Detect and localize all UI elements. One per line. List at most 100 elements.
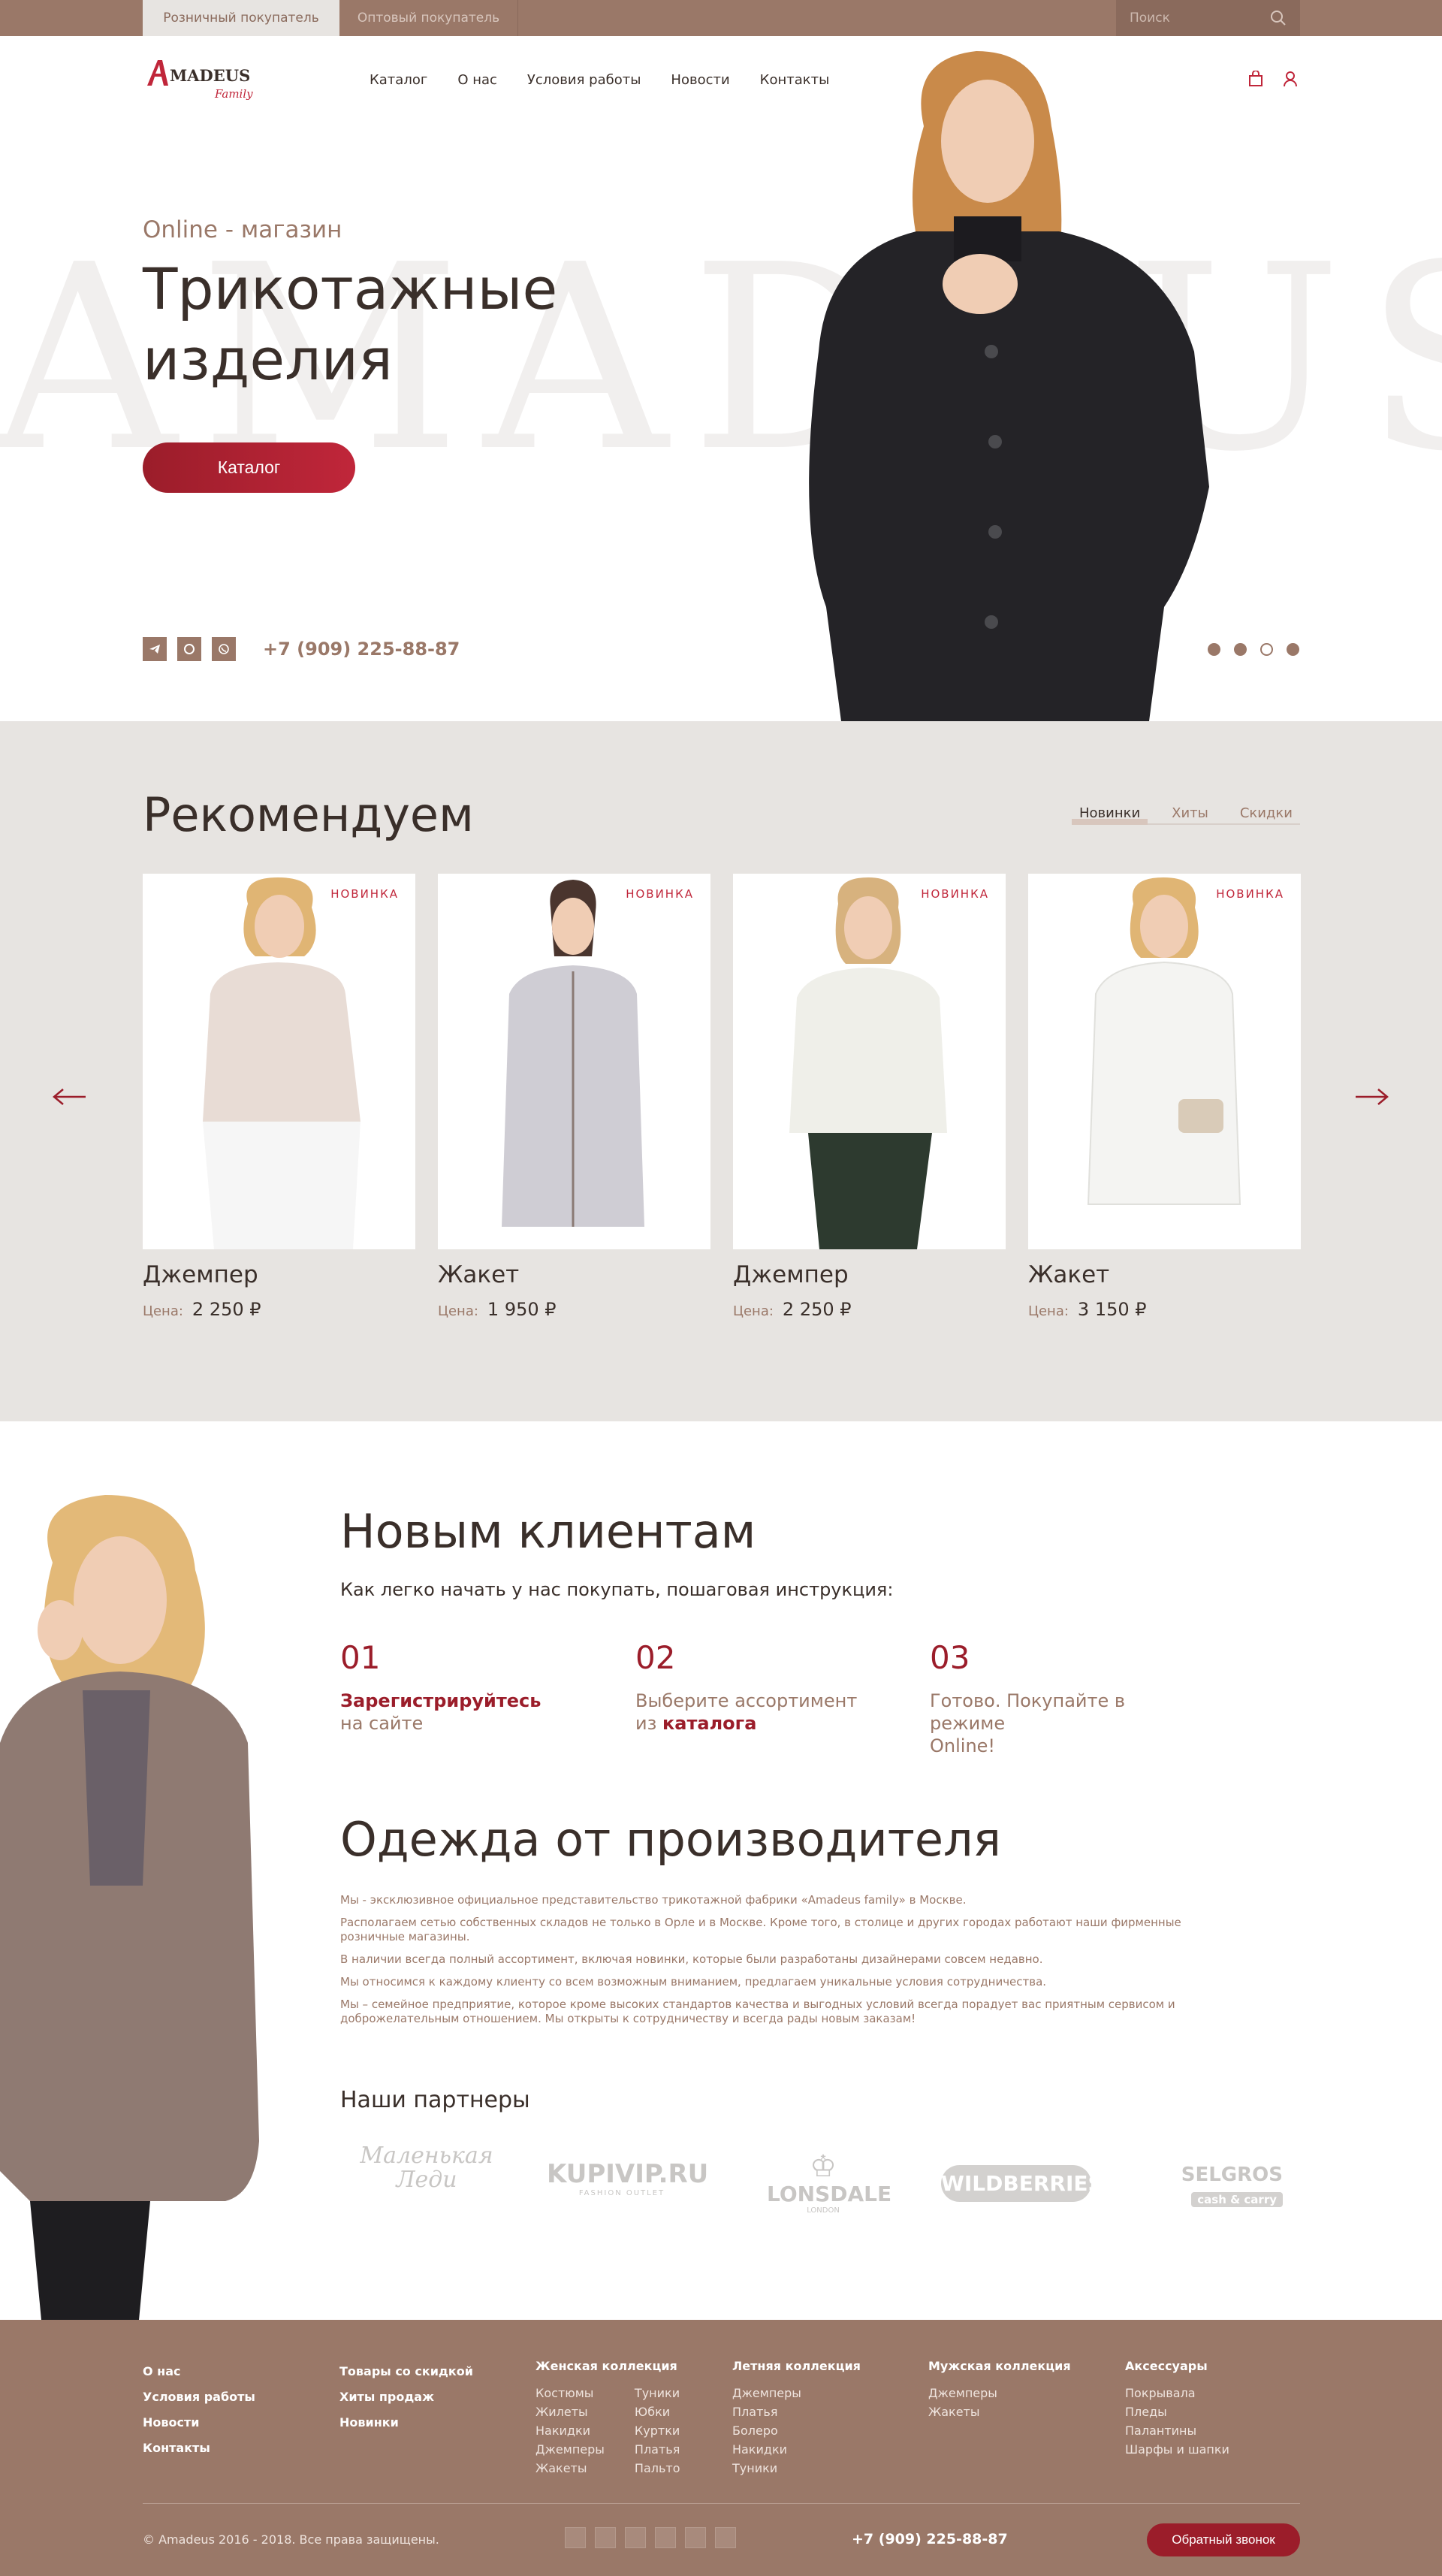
nav-about[interactable]: О нас (457, 72, 497, 88)
new-badge: НОВИНКА (921, 887, 989, 901)
slider-dot-2[interactable] (1234, 643, 1247, 656)
product-name[interactable]: Джемпер (733, 1261, 1006, 1288)
footer-link-sale[interactable]: Товары со скидкой (339, 2359, 473, 2384)
partner-logo-little-lady[interactable]: Маленькая Леди (355, 2144, 498, 2192)
footer-phone[interactable]: +7 (909) 225-88-87 (852, 2531, 1008, 2547)
product-image[interactable]: НОВИНКА (733, 874, 1006, 1249)
step-3: 03 Готово. Покупайте в режиме Online! (930, 1639, 1185, 1757)
footer-link[interactable]: Накидки (732, 2440, 861, 2459)
hero-catalog-button[interactable]: Каталог (143, 442, 355, 493)
footer-link-news[interactable]: Новости (143, 2410, 255, 2436)
price-label: Цена: (438, 1303, 478, 1319)
telegram-icon[interactable] (143, 637, 167, 661)
step-text-pre: Выберите ассортимент (635, 1690, 858, 1711)
arrow-left-icon[interactable] (51, 1086, 89, 1107)
product-image[interactable]: НОВИНКА (1028, 874, 1301, 1249)
callback-button[interactable]: Обратный звонок (1147, 2523, 1300, 2556)
footer-link[interactable]: Жилеты (535, 2402, 605, 2421)
footer-link-new[interactable]: Новинки (339, 2410, 473, 2436)
partner-logo-lonsdale[interactable]: ♔ LONSDALE LONDON (767, 2152, 891, 2215)
footer-link[interactable]: Покрывала (1125, 2384, 1229, 2402)
footer-link[interactable]: Юбки (635, 2402, 680, 2421)
tab-new[interactable]: Новинки (1072, 805, 1148, 825)
footer-link-hits[interactable]: Хиты продаж (339, 2384, 473, 2410)
step-text-pre2: из (635, 1713, 662, 1734)
footer-heading-summer[interactable]: Летняя коллекция (732, 2359, 861, 2373)
product-image[interactable]: НОВИНКА (143, 874, 415, 1249)
footer-heading-men[interactable]: Мужская коллекция (928, 2359, 1071, 2373)
step-link-register[interactable]: Зарегистрируйтесь (340, 1690, 541, 1711)
footer-link[interactable]: Болеро (732, 2421, 861, 2440)
footer-link[interactable]: Пальто (635, 2459, 680, 2478)
partner-logo-selgros[interactable]: SELGROS cash & carry (1140, 2164, 1283, 2209)
product-image[interactable]: НОВИНКА (438, 874, 710, 1249)
price-label: Цена: (733, 1303, 774, 1319)
tab-wholesale-buyer[interactable]: Оптовый покупатель (339, 0, 518, 36)
footer-link[interactable]: Жакеты (535, 2459, 605, 2478)
footer-link[interactable]: Туники (635, 2384, 680, 2402)
producer-paragraph: Мы – семейное предприятие, которое кроме… (340, 1998, 1175, 2025)
footer-link-terms[interactable]: Условия работы (143, 2384, 255, 2410)
cardigan-model-image (0, 1495, 259, 2320)
footer-link[interactable]: Накидки (535, 2421, 605, 2440)
footer-link[interactable]: Платья (635, 2440, 680, 2459)
whatsapp-icon[interactable] (212, 637, 236, 661)
new-badge: НОВИНКА (1216, 887, 1284, 901)
footer-link[interactable]: Туники (732, 2459, 861, 2478)
footer-link[interactable]: Платья (732, 2402, 861, 2421)
product-card[interactable]: НОВИНКА Жакет Цена: 1 950 ₽ (438, 874, 710, 1320)
nav-catalog[interactable]: Каталог (370, 72, 427, 88)
youtube-icon[interactable] (625, 2527, 646, 2548)
hero-social-links (143, 637, 236, 661)
footer-link[interactable]: Жакеты (928, 2402, 1071, 2421)
arrow-right-icon[interactable] (1353, 1086, 1390, 1107)
facebook-icon[interactable] (595, 2527, 616, 2548)
product-name[interactable]: Жакет (438, 1261, 710, 1288)
partner-logo-wildberries[interactable]: WILDBERRIES (941, 2165, 1103, 2202)
footer-link-about[interactable]: О нас (143, 2359, 255, 2384)
slider-dot-4[interactable] (1287, 643, 1299, 656)
producer-paragraph: Располагаем сетью собственных складов не… (340, 1916, 1181, 1943)
partner-logo-kupivip[interactable]: KUPIVIP.RU FASHION OUTLET (547, 2159, 708, 2197)
nav-terms[interactable]: Условия работы (527, 72, 641, 88)
footer-link[interactable]: Джемперы (535, 2440, 605, 2459)
footer-link[interactable]: Шарфы и шапки (1125, 2440, 1229, 2459)
product-price: Цена: 3 150 ₽ (1028, 1299, 1301, 1320)
tab-hits[interactable]: Хиты (1164, 805, 1216, 825)
footer-link[interactable]: Джемперы (732, 2384, 861, 2402)
slider-dot-3[interactable] (1260, 643, 1273, 656)
footer-link[interactable]: Куртки (635, 2421, 680, 2440)
footer-col-men: Мужская коллекция Джемперы Жакеты (928, 2359, 1071, 2421)
partner-logo-subtext: FASHION OUTLET (578, 2189, 665, 2197)
search-icon[interactable] (1270, 10, 1287, 26)
product-card[interactable]: НОВИНКА Джемпер Цена: 2 250 ₽ (143, 874, 415, 1320)
product-name[interactable]: Жакет (1028, 1261, 1301, 1288)
viber-icon[interactable] (685, 2527, 706, 2548)
tab-discounts[interactable]: Скидки (1232, 805, 1300, 825)
amadeus-logo[interactable]: MADEUS Family (143, 54, 263, 105)
nav-news[interactable]: Новости (671, 72, 729, 88)
product-card[interactable]: НОВИНКА Жакет Цена: 3 150 ₽ (1028, 874, 1301, 1320)
footer-link[interactable]: Пледы (1125, 2402, 1229, 2421)
hero-title: Трикотажные изделия (143, 254, 668, 395)
footer-link[interactable]: Палантины (1125, 2421, 1229, 2440)
whatsapp-icon[interactable] (715, 2527, 736, 2548)
footer-heading-women[interactable]: Женская коллекция (535, 2359, 716, 2373)
cart-icon[interactable] (1248, 71, 1263, 87)
hero-section: AMADEUS MADEUS Family Каталог О нас Усло… (0, 36, 1442, 721)
vk-icon[interactable] (565, 2527, 586, 2548)
hero-phone[interactable]: +7 (909) 225-88-87 (263, 639, 460, 660)
user-icon[interactable] (1283, 71, 1298, 87)
step-text: Готово. Покупайте в режиме Online! (930, 1690, 1185, 1757)
hero-title-line2: изделия (143, 326, 393, 393)
footer-heading-accessories[interactable]: Аксессуары (1125, 2359, 1229, 2373)
telegram-icon[interactable] (655, 2527, 676, 2548)
step-link-catalog[interactable]: каталога (662, 1713, 756, 1734)
viber-icon[interactable] (177, 637, 201, 661)
tab-retail-buyer[interactable]: Розничный покупатель (143, 0, 339, 36)
footer-link[interactable]: Джемперы (928, 2384, 1071, 2402)
product-card[interactable]: НОВИНКА Джемпер Цена: 2 250 ₽ (733, 874, 1006, 1320)
footer-link[interactable]: Костюмы (535, 2384, 605, 2402)
product-name[interactable]: Джемпер (143, 1261, 415, 1288)
footer-link-contacts[interactable]: Контакты (143, 2436, 255, 2461)
